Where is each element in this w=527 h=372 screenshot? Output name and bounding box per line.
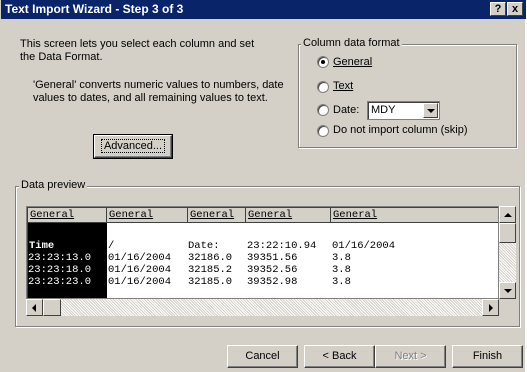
table-cell: 32185.0 bbox=[188, 276, 233, 288]
table-cell: Time bbox=[29, 240, 55, 252]
help-button[interactable]: ? bbox=[490, 2, 506, 16]
radio-text[interactable] bbox=[317, 81, 329, 93]
scroll-down-button[interactable] bbox=[499, 282, 516, 299]
radio-general[interactable] bbox=[317, 56, 329, 68]
column-header-4[interactable]: General bbox=[246, 208, 331, 223]
next-button[interactable]: Next > bbox=[375, 345, 446, 368]
table-cell: 01/16/2004 bbox=[332, 240, 396, 252]
intro-text-line1: This screen lets you select each column … bbox=[20, 38, 255, 50]
table-cell: 32186.0 bbox=[188, 252, 233, 264]
radio-date[interactable] bbox=[317, 104, 329, 116]
table-cell: 01/16/2004 bbox=[108, 276, 172, 288]
vertical-scroll-thumb[interactable] bbox=[499, 223, 516, 243]
intro-text-line2: the Data Format. bbox=[20, 51, 103, 63]
date-format-select[interactable]: MDY bbox=[367, 101, 440, 120]
scroll-left-button[interactable] bbox=[26, 299, 43, 316]
arrow-up-icon bbox=[504, 213, 512, 217]
arrow-down-icon bbox=[504, 289, 512, 293]
finish-button[interactable]: Finish bbox=[452, 345, 523, 368]
data-preview-legend: Data preview bbox=[19, 179, 88, 192]
vertical-scrollbar[interactable] bbox=[499, 206, 516, 299]
table-cell: 23:23:13.0 bbox=[28, 252, 92, 264]
general-info-line2: values to dates, and all remaining value… bbox=[33, 92, 268, 104]
scroll-up-button[interactable] bbox=[499, 206, 516, 223]
column-header-2[interactable]: General bbox=[107, 208, 188, 223]
date-format-value: MDY bbox=[371, 104, 396, 116]
table-cell: 39352.56 bbox=[247, 264, 298, 276]
window-title: Text Import Wizard - Step 3 of 3 bbox=[5, 2, 184, 16]
table-cell: 39351.56 bbox=[247, 252, 298, 264]
radio-skip-column[interactable] bbox=[317, 125, 329, 137]
text-import-wizard-dialog: Text Import Wizard - Step 3 of 3 ? x Thi… bbox=[0, 0, 526, 372]
table-cell: 23:23:23.0 bbox=[28, 276, 92, 288]
column-header-5[interactable]: General bbox=[331, 208, 498, 223]
horizontal-scrollbar[interactable] bbox=[26, 299, 499, 316]
horizontal-scroll-thumb[interactable] bbox=[43, 299, 61, 316]
column-header-3[interactable]: General bbox=[188, 208, 246, 223]
radio-general-label[interactable]: General bbox=[333, 56, 372, 69]
chevron-down-icon bbox=[427, 109, 435, 113]
radio-date-label[interactable]: Date: bbox=[333, 104, 359, 117]
table-cell: 23:23:18.0 bbox=[28, 264, 92, 276]
close-button[interactable]: x bbox=[507, 2, 523, 16]
cancel-button[interactable]: Cancel bbox=[227, 345, 298, 368]
title-bar: Text Import Wizard - Step 3 of 3 ? x bbox=[1, 0, 526, 19]
table-cell: 32185.2 bbox=[188, 264, 233, 276]
radio-skip-column-label[interactable]: Do not import column (skip) bbox=[333, 124, 468, 137]
back-button[interactable]: < Back bbox=[304, 345, 375, 368]
table-cell: 3.8 bbox=[332, 252, 351, 264]
table-cell: 3.8 bbox=[332, 264, 351, 276]
arrow-right-icon bbox=[489, 304, 493, 312]
arrow-left-icon bbox=[32, 304, 36, 312]
date-dropdown-button[interactable] bbox=[423, 103, 438, 118]
table-cell: Date: bbox=[188, 240, 220, 252]
table-cell: 01/16/2004 bbox=[108, 264, 172, 276]
scroll-right-button[interactable] bbox=[482, 299, 499, 316]
table-cell: 23:22:10.94 bbox=[247, 240, 317, 252]
radio-text-label[interactable]: Text bbox=[333, 80, 353, 93]
table-cell: 01/16/2004 bbox=[108, 252, 172, 264]
advanced-button[interactable]: Advanced... bbox=[93, 134, 173, 159]
data-preview-grid[interactable]: General General General General General … bbox=[26, 206, 499, 299]
column-format-legend: Column data format bbox=[301, 37, 402, 50]
general-info-line1: 'General' converts numeric values to num… bbox=[33, 79, 284, 91]
column-header-1[interactable]: General bbox=[28, 208, 107, 223]
close-icon: x bbox=[511, 3, 519, 15]
scrollbar-corner bbox=[499, 299, 516, 316]
table-cell: 3.8 bbox=[332, 276, 351, 288]
table-cell: / bbox=[108, 240, 115, 252]
table-cell: 39352.98 bbox=[247, 276, 298, 288]
